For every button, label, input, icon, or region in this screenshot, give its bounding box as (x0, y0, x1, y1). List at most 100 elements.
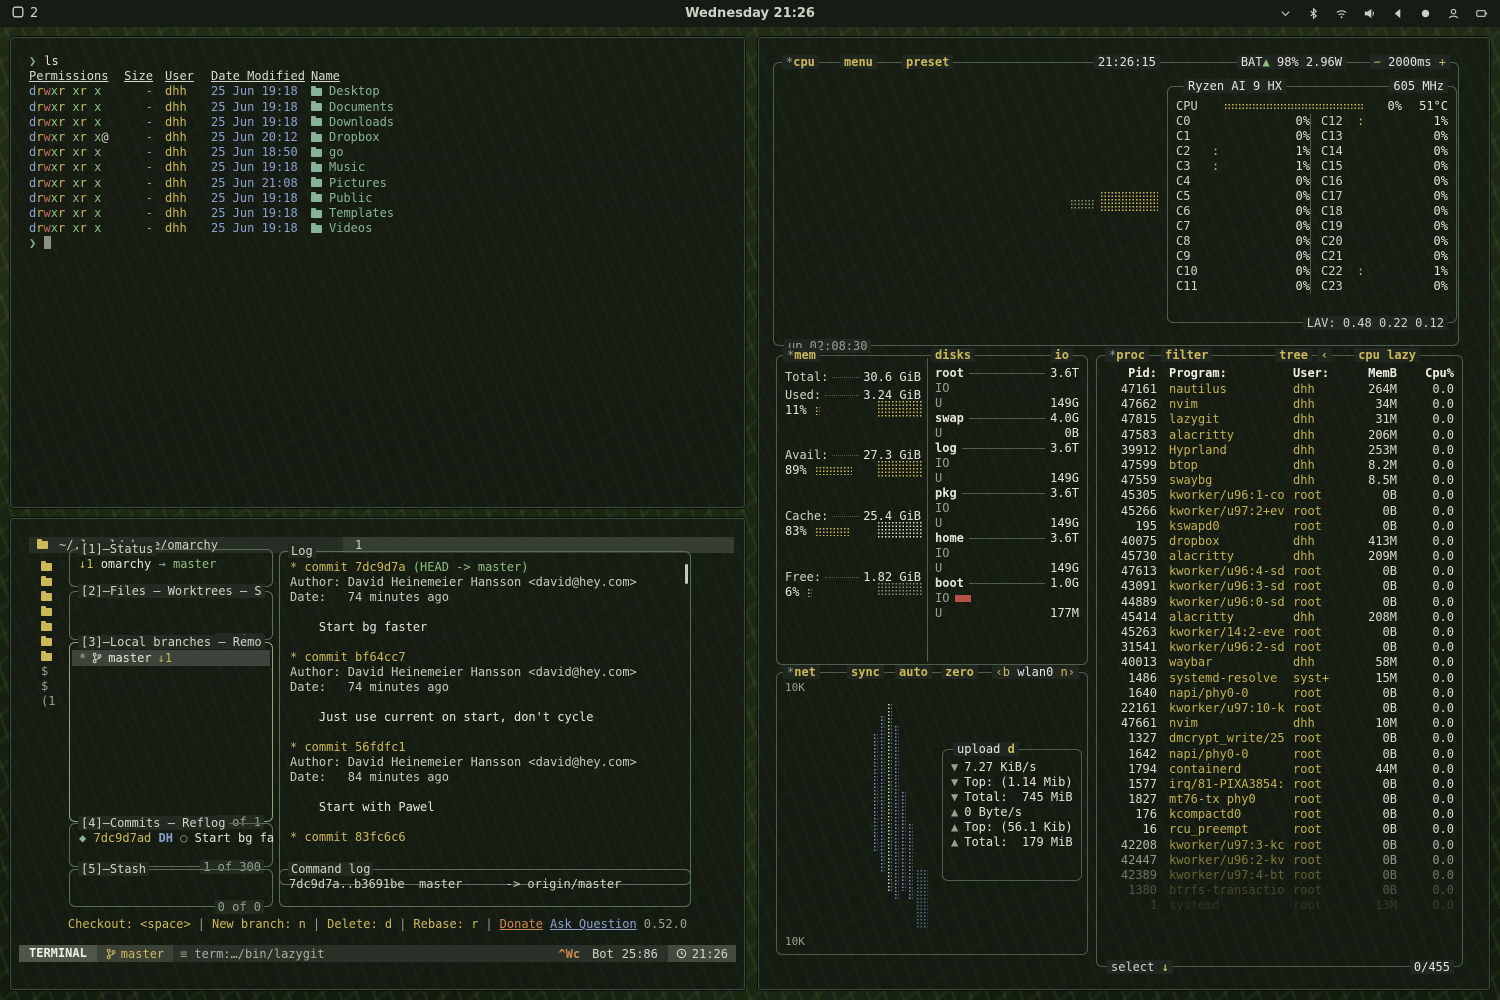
scrollbar-thumb[interactable] (685, 564, 688, 584)
preset-button[interactable]: preset (902, 55, 953, 69)
terminal-window-files[interactable]: ❯ls Permissions Size User Date Modified … (10, 37, 745, 508)
tray-expand-icon[interactable] (1279, 7, 1292, 20)
media-prev-icon[interactable] (1391, 7, 1404, 20)
file-row[interactable]: drwxr xr x-dhh25 Jun 19:18Desktop (29, 84, 744, 99)
select-hint[interactable]: select ↓ (1107, 960, 1173, 974)
sync-toggle[interactable]: sync (847, 665, 884, 679)
process-row[interactable]: 176kcompactd0root0B0.0 (1097, 807, 1462, 822)
sort-prev-button[interactable]: ‹ (1317, 348, 1332, 362)
shell-input-line[interactable]: ❯ (29, 236, 744, 251)
process-row[interactable]: 1577irq/81-PIXA3854:root0B0.0 (1097, 777, 1462, 792)
process-row[interactable]: 195kswapd0root0B0.0 (1097, 519, 1462, 534)
process-row[interactable]: 42208kworker/u97:3-kcroot0B0.0 (1097, 838, 1462, 853)
process-row[interactable]: 45263kworker/14:2-everoot0B0.0 (1097, 625, 1462, 640)
process-row[interactable]: 47599btopdhh8.2M0.0 (1097, 458, 1462, 473)
lazygit-stash-panel[interactable]: [5]—Stash 0 of 0 (69, 869, 273, 907)
ask-question-link[interactable]: Ask Question (550, 917, 637, 931)
commit-line[interactable]: * commit 56fdfc1 (290, 740, 690, 755)
btop-window[interactable]: *cpu menu preset 21:26:15 BAT▲ 98% 2.96W… (758, 37, 1490, 990)
file-row[interactable]: drwxr xr x-dhh25 Jun 19:18Downloads (29, 115, 744, 130)
process-row[interactable]: 22161kworker/u97:10-kroot0B0.0 (1097, 701, 1462, 716)
interface-selector[interactable]: ‹b wlan0 n› (992, 665, 1080, 679)
process-row[interactable]: 47661nvimdhh10M0.0 (1097, 716, 1462, 731)
process-row[interactable]: 1380btrfs-transactioroot0B0.0 (1097, 883, 1462, 898)
workspace-indicator[interactable]: 2 (12, 6, 38, 22)
file-row[interactable]: drwxr xr x-dhh25 Jun 19:18Templates (29, 206, 744, 221)
process-row[interactable]: 47161nautilusdhh264M0.0 (1097, 382, 1462, 397)
process-cpu: 0.0 (1410, 731, 1454, 746)
donate-link[interactable]: Donate (500, 917, 543, 931)
zero-toggle[interactable]: zero (941, 665, 978, 679)
commit-line[interactable]: * commit 83fc6c6 (290, 830, 690, 845)
file-row[interactable]: drwxr xr x-dhh25 Jun 19:18Videos (29, 221, 744, 236)
sort-selector[interactable]: cpu lazy (1354, 348, 1420, 362)
process-row[interactable]: 43091kworker/u96:3-sdroot0B0.0 (1097, 579, 1462, 594)
process-name: kcompactd0 (1157, 807, 1293, 822)
file-row[interactable]: drwxr xr x-dhh25 Jun 19:18Music (29, 160, 744, 175)
battery-icon[interactable] (1475, 7, 1488, 20)
process-row[interactable]: 1486systemd-resolvesyst+15M0.0 (1097, 671, 1462, 686)
process-row[interactable]: 42389kworker/u97:4-btroot0B0.0 (1097, 868, 1462, 883)
process-row[interactable]: 45266kworker/u97:2+evroot0B0.0 (1097, 504, 1462, 519)
lazygit-branches-panel[interactable]: [3]—Local branches — Remo * master ↓1 1 … (69, 642, 273, 822)
disks-tab[interactable]: disks (931, 348, 975, 362)
bluetooth-icon[interactable] (1307, 7, 1320, 20)
filter-button[interactable]: filter (1161, 348, 1212, 362)
process-row[interactable]: 1640napi/phy0-0root0B0.0 (1097, 686, 1462, 701)
core-label: C19 (1321, 219, 1357, 234)
lazygit-commits-panel[interactable]: [4]—Commits — Reflog ◆ 7dc9d7ad DH ○ Sta… (69, 823, 273, 867)
process-row[interactable]: 1794containerdroot44M0.0 (1097, 762, 1462, 777)
io-tab[interactable]: io (1051, 348, 1073, 362)
process-row[interactable]: 47559swaybgdhh8.5M0.0 (1097, 473, 1462, 488)
file-row[interactable]: drwxr xr x-dhh25 Jun 18:50go (29, 145, 744, 160)
help-item[interactable]: Checkout: <space> (68, 917, 191, 931)
process-row[interactable]: 39912Hyprlanddhh253M0.0 (1097, 443, 1462, 458)
process-row[interactable]: 42447kworker/u96:2-kvroot0B0.0 (1097, 853, 1462, 868)
file-row[interactable]: drwxr xr x@-dhh25 Jun 20:12Dropbox (29, 130, 744, 145)
lazygit-status-panel[interactable]: [1]—Status ↓1 omarchy → master (69, 549, 273, 587)
memory-box: *mem disks io Total:30.6 GiBUsed:3.24 Gi… (776, 355, 1088, 665)
help-item[interactable]: New branch: n (212, 917, 306, 931)
file-row[interactable]: drwxr xr x-dhh25 Jun 19:18Public (29, 191, 744, 206)
file-row[interactable]: drwxr xr x-dhh25 Jun 19:18Documents (29, 100, 744, 115)
menu-button[interactable]: menu (840, 55, 877, 69)
process-row[interactable]: 1327dmcrypt_write/25root0B0.0 (1097, 731, 1462, 746)
file-row[interactable]: drwxr xr x-dhh25 Jun 21:08Pictures (29, 176, 744, 191)
statusline-branch[interactable]: master (97, 945, 173, 962)
update-interval[interactable]: − 2000ms + (1370, 55, 1450, 69)
process-user: root (1293, 792, 1351, 807)
process-row[interactable]: 47815lazygitdhh31M0.0 (1097, 412, 1462, 427)
proc-tab[interactable]: *proc (1105, 348, 1149, 362)
commit-line[interactable]: * commit 7dc9d7a (HEAD -> master) (290, 560, 690, 575)
cpu-tab[interactable]: *cpu (782, 55, 819, 69)
auto-toggle[interactable]: auto (895, 665, 932, 679)
clock[interactable]: Wednesday 21:26 (685, 6, 815, 21)
lazygit-log-panel[interactable]: Log * commit 7dc9d7a (HEAD -> master)Aut… (279, 551, 691, 885)
process-row[interactable]: 47662nvimdhh34M0.0 (1097, 397, 1462, 412)
process-row[interactable]: 44889kworker/u96:0-sdroot0B0.0 (1097, 595, 1462, 610)
process-row[interactable]: 47583alacrittydhh206M0.0 (1097, 428, 1462, 443)
process-row[interactable]: 1systemdroot13M0.0 (1097, 898, 1462, 913)
tree-toggle[interactable]: tree (1275, 348, 1312, 362)
branch-row-master[interactable]: * master ↓1 (72, 650, 270, 666)
help-item[interactable]: Delete: d (327, 917, 392, 931)
process-row[interactable]: 1827mt76-tx phy0root0B0.0 (1097, 792, 1462, 807)
process-row[interactable]: 45414alacrittydhh208M0.0 (1097, 610, 1462, 625)
process-row[interactable]: 45730alacrittydhh209M0.0 (1097, 549, 1462, 564)
record-icon[interactable] (1419, 7, 1432, 20)
commit-line[interactable]: * commit bf64cc7 (290, 650, 690, 665)
process-row[interactable]: 47613kworker/u96:4-sdroot0B0.0 (1097, 564, 1462, 579)
process-row[interactable]: 16rcu_preemptroot0B0.0 (1097, 822, 1462, 837)
process-row[interactable]: 45305kworker/u96:1-coroot0B0.0 (1097, 488, 1462, 503)
net-tab[interactable]: *net (783, 665, 820, 679)
wifi-icon[interactable] (1335, 7, 1348, 20)
volume-icon[interactable] (1363, 7, 1376, 20)
process-row[interactable]: 1642napi/phy0-0root0B0.0 (1097, 747, 1462, 762)
process-row[interactable]: 40013waybardhh58M0.0 (1097, 655, 1462, 670)
process-row[interactable]: 31541kworker/u96:2-sdroot0B0.0 (1097, 640, 1462, 655)
lazygit-files-panel[interactable]: [2]—Files — Worktrees — S 0 of 0 (69, 591, 273, 640)
terminal-window-lazygit[interactable]: ~/.local/share/omarchy 1 $$(1 [1]—Status… (10, 518, 745, 990)
process-row[interactable]: 40075dropboxdhh413M0.0 (1097, 534, 1462, 549)
account-icon[interactable] (1447, 7, 1460, 20)
help-item[interactable]: Rebase: r (413, 917, 478, 931)
